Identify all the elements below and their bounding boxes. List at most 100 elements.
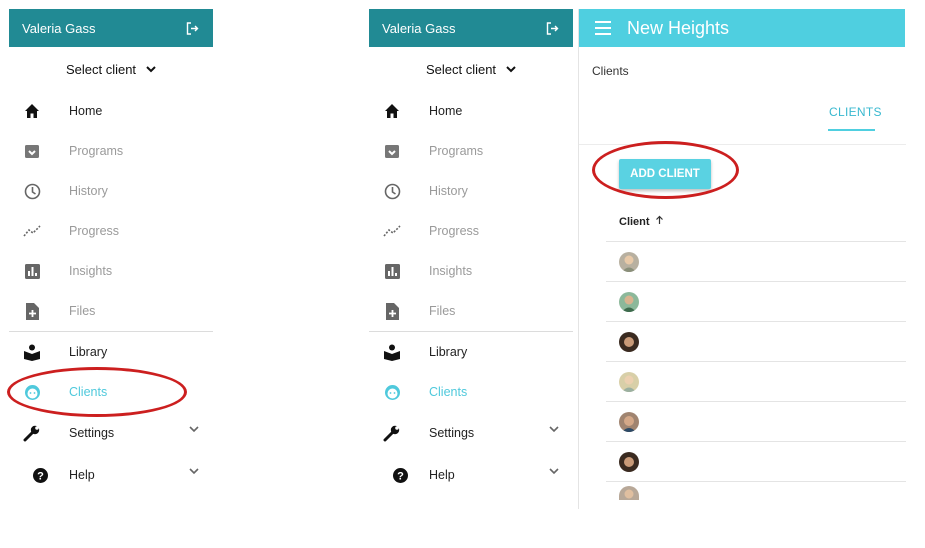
chevron-down-icon bbox=[189, 426, 199, 433]
sidebar-item-label: Insights bbox=[69, 264, 113, 278]
sidebar-item-progress[interactable]: Progress bbox=[9, 211, 213, 251]
insights-icon bbox=[383, 262, 401, 280]
sidebar-item-history[interactable]: History bbox=[369, 171, 573, 211]
sidebar-item-settings[interactable]: Settings bbox=[9, 413, 213, 453]
avatar bbox=[619, 331, 639, 352]
svg-text:?: ? bbox=[397, 470, 404, 482]
sidebar-item-help[interactable]: ? Help bbox=[369, 455, 573, 495]
clients-table bbox=[606, 241, 906, 509]
add-client-button[interactable]: ADD CLIENT bbox=[619, 159, 711, 189]
menu-icon[interactable] bbox=[595, 21, 611, 35]
sidebar-item-library[interactable]: Library bbox=[9, 332, 213, 372]
help-icon: ? bbox=[391, 466, 409, 484]
chevron-down-icon bbox=[549, 426, 559, 433]
logout-icon[interactable] bbox=[545, 21, 559, 35]
svg-text:?: ? bbox=[37, 470, 44, 482]
main-content: New Heights Clients CLIENTS ADD CLIENT C… bbox=[578, 9, 906, 509]
avatar bbox=[619, 451, 639, 472]
sidebar-item-settings[interactable]: Settings bbox=[369, 413, 573, 453]
sidebar-item-label: Programs bbox=[429, 144, 484, 158]
sidebar-item-clients[interactable]: Clients bbox=[369, 372, 573, 412]
sidebar-item-label: Files bbox=[69, 304, 96, 318]
table-row[interactable] bbox=[606, 361, 906, 401]
user-name: Valeria Gass bbox=[22, 20, 96, 36]
sidebar-item-label: Home bbox=[429, 104, 463, 118]
home-icon bbox=[23, 102, 41, 120]
sidebar-right: Valeria Gass Select client Home Programs… bbox=[369, 9, 573, 509]
sidebar-item-label: Help bbox=[69, 468, 95, 482]
sidebar-item-label: Files bbox=[429, 304, 456, 318]
tab-clients[interactable]: CLIENTS bbox=[829, 105, 882, 119]
avatar bbox=[619, 291, 639, 312]
tab-indicator bbox=[828, 129, 875, 131]
library-icon bbox=[383, 343, 401, 361]
table-row[interactable] bbox=[606, 401, 906, 441]
sidebar-item-insights[interactable]: Insights bbox=[9, 251, 213, 291]
files-icon bbox=[383, 302, 401, 320]
programs-icon bbox=[23, 142, 41, 160]
sidebar-item-help[interactable]: ? Help bbox=[9, 455, 213, 495]
select-client-label: Select client bbox=[425, 61, 497, 77]
sidebar-item-label: Progress bbox=[69, 224, 120, 238]
sidebar-item-label: History bbox=[69, 184, 108, 198]
user-header: Valeria Gass bbox=[369, 9, 573, 47]
table-row[interactable] bbox=[606, 281, 906, 321]
sidebar-item-history[interactable]: History bbox=[9, 171, 213, 211]
divider bbox=[579, 144, 906, 145]
programs-icon bbox=[383, 142, 401, 160]
table-row[interactable] bbox=[606, 441, 906, 481]
table-row[interactable] bbox=[606, 481, 906, 509]
column-header-label: Client bbox=[619, 215, 650, 228]
sidebar-item-files[interactable]: Files bbox=[9, 291, 213, 331]
sidebar-item-label: Clients bbox=[69, 385, 108, 399]
sidebar-item-home[interactable]: Home bbox=[369, 91, 573, 131]
sidebar-item-programs[interactable]: Programs bbox=[9, 131, 213, 171]
sidebar-item-files[interactable]: Files bbox=[369, 291, 573, 331]
clients-icon bbox=[23, 383, 41, 401]
sidebar-item-programs[interactable]: Programs bbox=[369, 131, 573, 171]
sidebar-item-progress[interactable]: Progress bbox=[369, 211, 573, 251]
sidebar-item-home[interactable]: Home bbox=[9, 91, 213, 131]
help-icon: ? bbox=[31, 466, 49, 484]
logout-icon[interactable] bbox=[185, 21, 199, 35]
history-icon bbox=[23, 182, 41, 200]
select-client-dropdown[interactable]: Select client bbox=[369, 47, 573, 91]
sidebar-item-label: Insights bbox=[429, 264, 473, 278]
table-row[interactable] bbox=[606, 321, 906, 361]
sidebar-item-label: Settings bbox=[69, 426, 115, 440]
select-client-dropdown[interactable]: Select client bbox=[9, 47, 213, 91]
files-icon bbox=[23, 302, 41, 320]
app-title: New Heights bbox=[627, 17, 730, 38]
sidebar-item-label: Progress bbox=[429, 224, 480, 238]
sidebar-item-label: History bbox=[429, 184, 468, 198]
sidebar-item-label: Settings bbox=[429, 426, 475, 440]
progress-icon bbox=[23, 222, 41, 240]
progress-icon bbox=[383, 222, 401, 240]
sidebar-item-label: Library bbox=[69, 345, 108, 359]
library-icon bbox=[23, 343, 41, 361]
sidebar-item-label: Clients bbox=[429, 385, 468, 399]
sidebar-item-label: Library bbox=[429, 345, 468, 359]
avatar bbox=[619, 251, 639, 272]
sidebar-item-label: Programs bbox=[69, 144, 124, 158]
user-header: Valeria Gass bbox=[9, 9, 213, 47]
column-header-client[interactable]: Client bbox=[619, 215, 664, 228]
home-icon bbox=[383, 102, 401, 120]
sidebar-left: Valeria Gass Select client Home Programs… bbox=[9, 9, 213, 509]
table-row[interactable] bbox=[606, 241, 906, 281]
sidebar-item-insights[interactable]: Insights bbox=[369, 251, 573, 291]
avatar bbox=[619, 411, 639, 432]
chevron-down-icon bbox=[189, 468, 199, 475]
chevron-down-icon bbox=[549, 468, 559, 475]
clients-icon bbox=[383, 383, 401, 401]
sidebar-item-clients[interactable]: Clients bbox=[9, 372, 213, 412]
settings-icon bbox=[23, 424, 41, 442]
chevron-down-icon bbox=[506, 65, 516, 73]
sort-arrow-up-icon bbox=[655, 215, 664, 228]
sidebar-item-label: Home bbox=[69, 104, 103, 118]
history-icon bbox=[383, 182, 401, 200]
user-name: Valeria Gass bbox=[382, 20, 456, 36]
sidebar-item-library[interactable]: Library bbox=[369, 332, 573, 372]
insights-icon bbox=[23, 262, 41, 280]
avatar bbox=[619, 371, 639, 392]
